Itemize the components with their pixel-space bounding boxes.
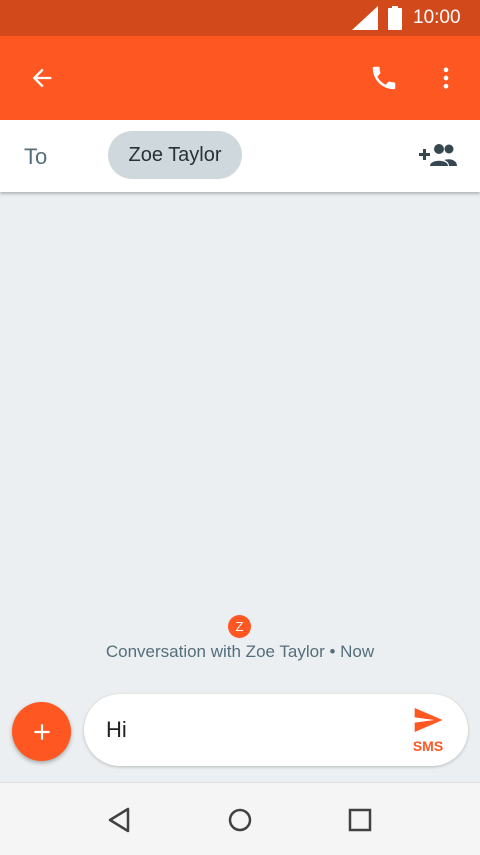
back-arrow-icon[interactable] [24, 60, 60, 96]
recipient-chip[interactable]: Zoe Taylor [108, 131, 242, 179]
to-label: To [24, 144, 48, 169]
message-input[interactable] [106, 716, 386, 744]
recipient-bar: To Zoe Taylor [0, 120, 480, 192]
attach-button[interactable] [12, 702, 71, 761]
compose-box: SMS [84, 694, 468, 766]
status-time: 10:00 [413, 7, 461, 28]
conversation-avatar: Z [228, 615, 251, 638]
nav-back-icon[interactable] [104, 805, 134, 835]
phone-icon[interactable] [366, 60, 402, 96]
app-bar [0, 36, 480, 120]
status-bar: 10:00 [0, 0, 480, 36]
battery-icon [388, 6, 402, 30]
plus-icon [33, 723, 50, 740]
nav-home-icon[interactable] [225, 805, 255, 835]
add-contact-icon[interactable] [418, 140, 458, 172]
send-label: SMS [412, 738, 444, 754]
signal-icon [352, 6, 378, 30]
nav-recents-icon[interactable] [345, 805, 375, 835]
send-button[interactable]: SMS [402, 704, 454, 758]
conversation-info: Conversation with Zoe Taylor • Now [105, 642, 375, 661]
send-icon [414, 708, 443, 732]
more-vert-icon[interactable] [428, 60, 464, 96]
navigation-bar [0, 782, 480, 855]
